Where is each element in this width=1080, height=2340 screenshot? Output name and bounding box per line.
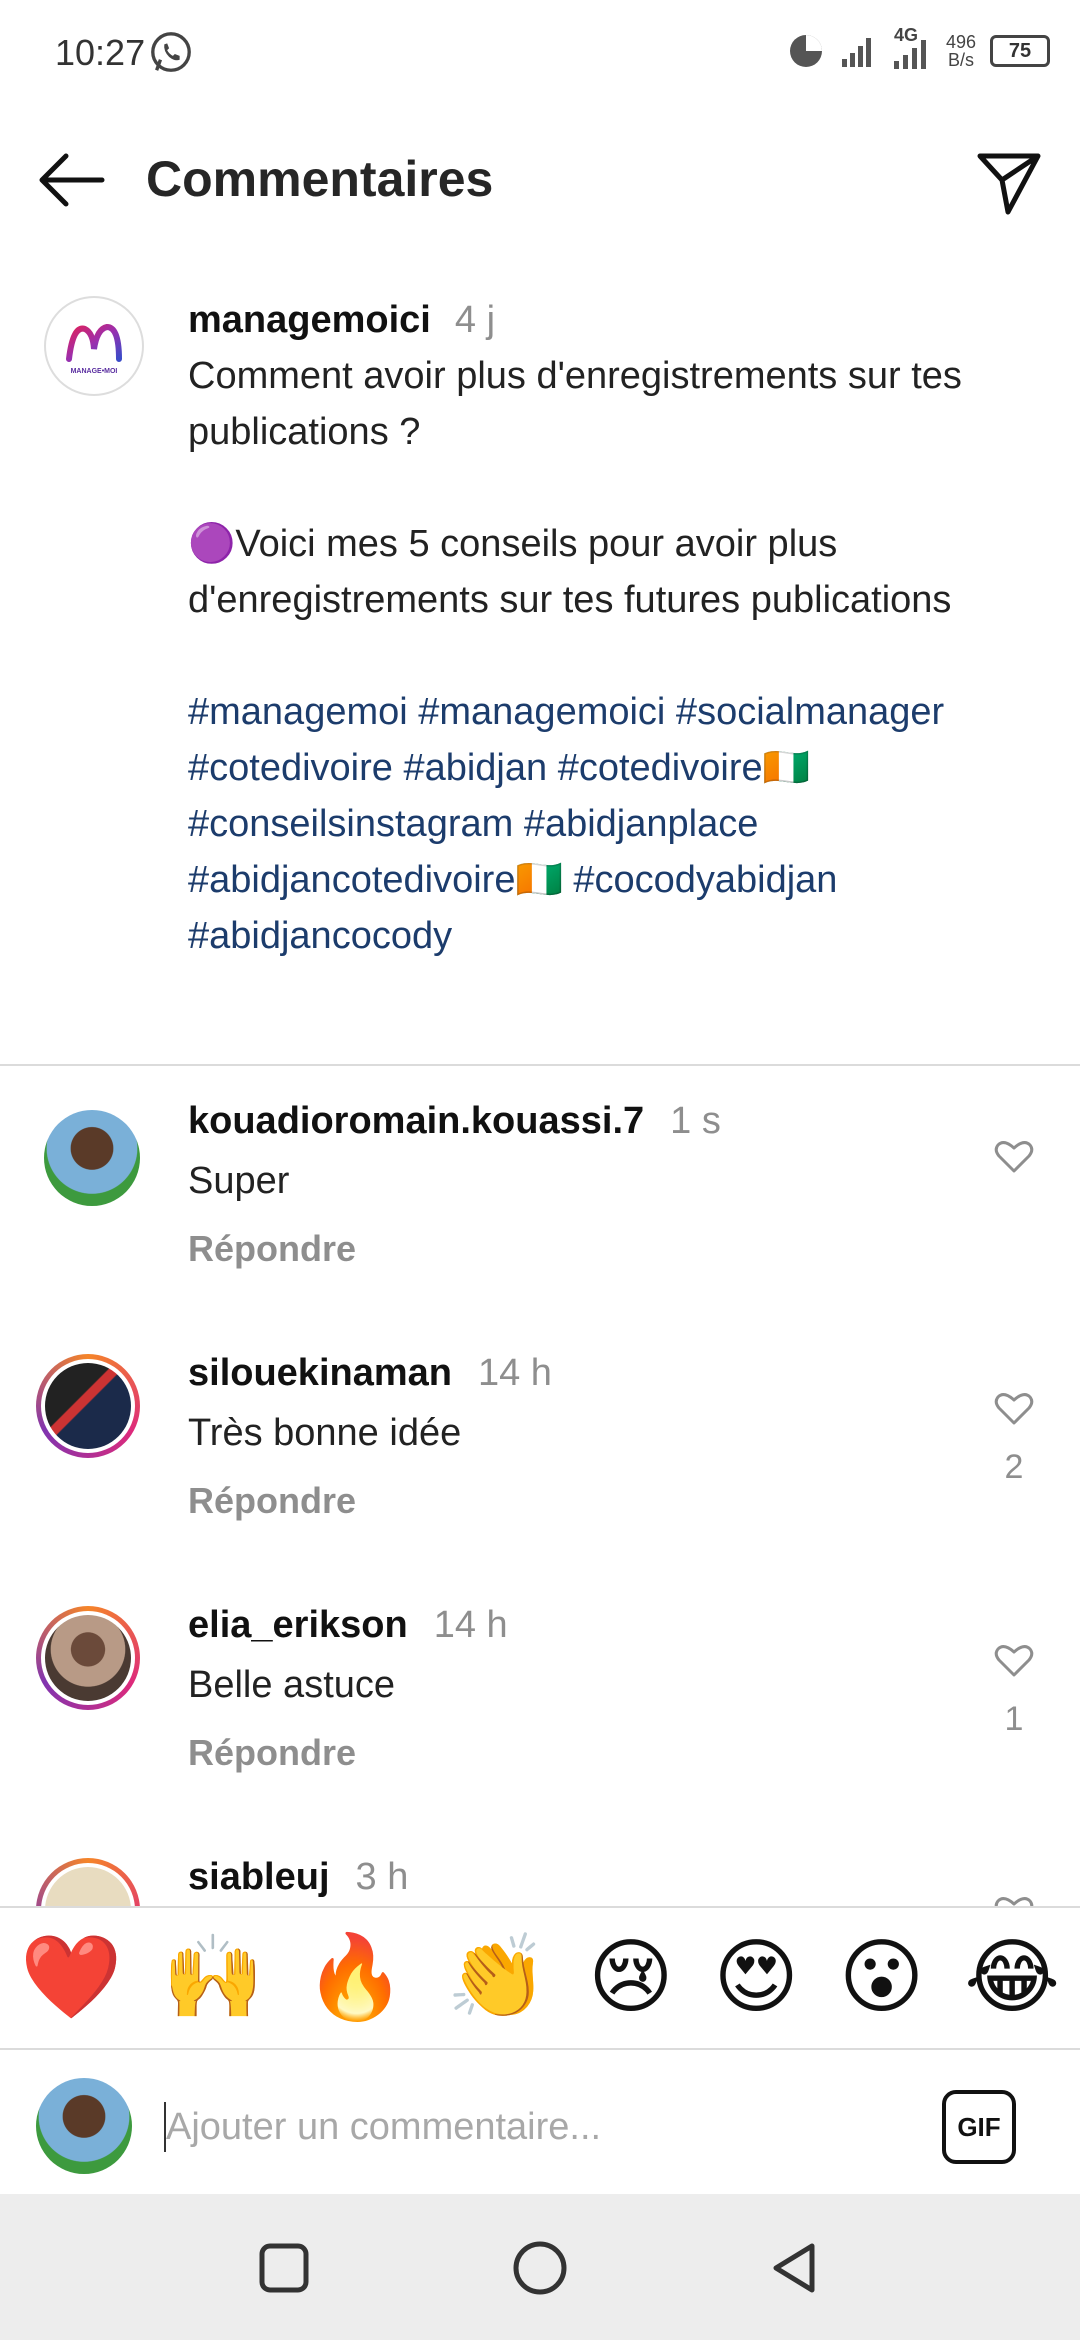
comment-header: elia_erikson 14 h — [188, 1604, 508, 1647]
comment-header: kouadioromain.kouassi.7 1 s — [188, 1100, 721, 1143]
comment-input-bar: Ajouter un commentaire... GIF — [0, 2048, 1080, 2196]
emoji-crying[interactable]: 😢 — [588, 1937, 673, 2019]
comment-row-partial: siableuj 3 h — [0, 1840, 1080, 1906]
caption-avatar[interactable]: MANAGE•MOI — [44, 296, 144, 396]
like-count: 1 — [1004, 1700, 1024, 1738]
svg-text:MANAGE•MOI: MANAGE•MOI — [71, 368, 118, 375]
caption-line-1: Comment avoir plus d'enregistrements sur… — [188, 355, 962, 453]
emoji-surprised[interactable]: 😮 — [839, 1937, 924, 2019]
comment-input[interactable]: Ajouter un commentaire... — [166, 2106, 601, 2149]
current-user-avatar — [36, 2078, 132, 2174]
comment-header: silouekinaman 14 h — [188, 1352, 552, 1395]
caption-body: managemoici 4 j Comment avoir plus d'enre… — [188, 292, 1008, 964]
comment-avatar-story-ring[interactable] — [36, 1606, 140, 1710]
comment-text: Super — [188, 1160, 290, 1202]
page-title: Commentaires — [146, 151, 494, 207]
comment-avatar — [45, 1615, 131, 1701]
comment-time: 14 h — [477, 1352, 552, 1394]
comment-avatar-story-ring[interactable] — [36, 1858, 140, 1906]
network-speed: 496 B/s — [945, 32, 976, 70]
manage-moi-logo: MANAGE•MOI — [66, 323, 122, 375]
caption-line-2: 🟣Voici mes 5 conseils pour avoir plus d'… — [188, 523, 952, 621]
back-arrow-icon[interactable] — [36, 150, 108, 210]
like-heart-icon[interactable] — [994, 1894, 1034, 1906]
emoji-clapping[interactable]: 👏 — [446, 1937, 548, 2019]
like-heart-icon[interactable] — [994, 1138, 1034, 1174]
comment-avatar-story-ring[interactable] — [36, 1354, 140, 1458]
caption-username[interactable]: managemoici — [188, 299, 431, 341]
status-time: 10:27 — [55, 32, 146, 73]
caption-header: managemoici 4 j — [188, 292, 1008, 348]
whatsapp-icon — [151, 32, 191, 72]
comment-time: 1 s — [670, 1100, 721, 1142]
like-heart-icon[interactable] — [994, 1642, 1034, 1678]
comment-username[interactable]: kouadioromain.kouassi.7 — [188, 1100, 644, 1142]
send-icon[interactable] — [974, 148, 1044, 218]
recents-square-icon[interactable] — [256, 2240, 312, 2296]
emoji-raising-hands[interactable]: 🙌 — [162, 1937, 264, 2019]
comment-username[interactable]: silouekinaman — [188, 1352, 452, 1394]
emoji-heart-eyes[interactable]: 😍 — [713, 1937, 798, 2019]
comment-text: Très bonne idée — [188, 1412, 462, 1454]
data-saver-icon — [789, 35, 822, 67]
signal-4g-icon: 4G — [890, 25, 932, 71]
status-bar: 10:27 4G 496 B/s 75 — [0, 0, 1080, 110]
signal-icon — [841, 38, 871, 67]
reply-button[interactable]: Répondre — [188, 1480, 356, 1522]
reply-button[interactable]: Répondre — [188, 1228, 356, 1270]
caption-hashtags[interactable]: #managemoi #managemoici #socialmanager #… — [188, 684, 1008, 964]
comment-text: Belle astuce — [188, 1664, 396, 1706]
system-nav-bar — [0, 2194, 1080, 2340]
battery-indicator: 75 — [990, 35, 1050, 67]
gif-button[interactable]: GIF — [942, 2090, 1016, 2164]
comment-header: siableuj 3 h — [188, 1856, 408, 1899]
comment-username[interactable]: siableuj — [188, 1856, 330, 1898]
comment-avatar[interactable] — [44, 1110, 140, 1206]
comment-time: 14 h — [433, 1604, 508, 1646]
emoji-laughing[interactable]: 😂 — [964, 1937, 1060, 2019]
comment-avatar — [45, 1867, 131, 1906]
like-count: 2 — [1004, 1448, 1024, 1486]
emoji-quick-bar: ❤️ 🙌 🔥 👏 😢 😍 😮 😂 — [0, 1906, 1080, 2048]
comment-username[interactable]: elia_erikson — [188, 1604, 408, 1646]
caption-age: 4 j — [454, 299, 496, 341]
home-circle-icon[interactable] — [512, 2240, 568, 2296]
back-triangle-icon[interactable] — [766, 2240, 822, 2296]
app-header: Commentaires — [0, 110, 1080, 250]
caption-divider — [0, 1064, 1080, 1066]
like-heart-icon[interactable] — [994, 1390, 1034, 1426]
comment-time: 3 h — [355, 1856, 409, 1898]
emoji-heart[interactable]: ❤️ — [20, 1937, 122, 2019]
emoji-fire[interactable]: 🔥 — [304, 1937, 406, 2019]
reply-button[interactable]: Répondre — [188, 1732, 356, 1774]
comment-avatar — [45, 1363, 131, 1449]
